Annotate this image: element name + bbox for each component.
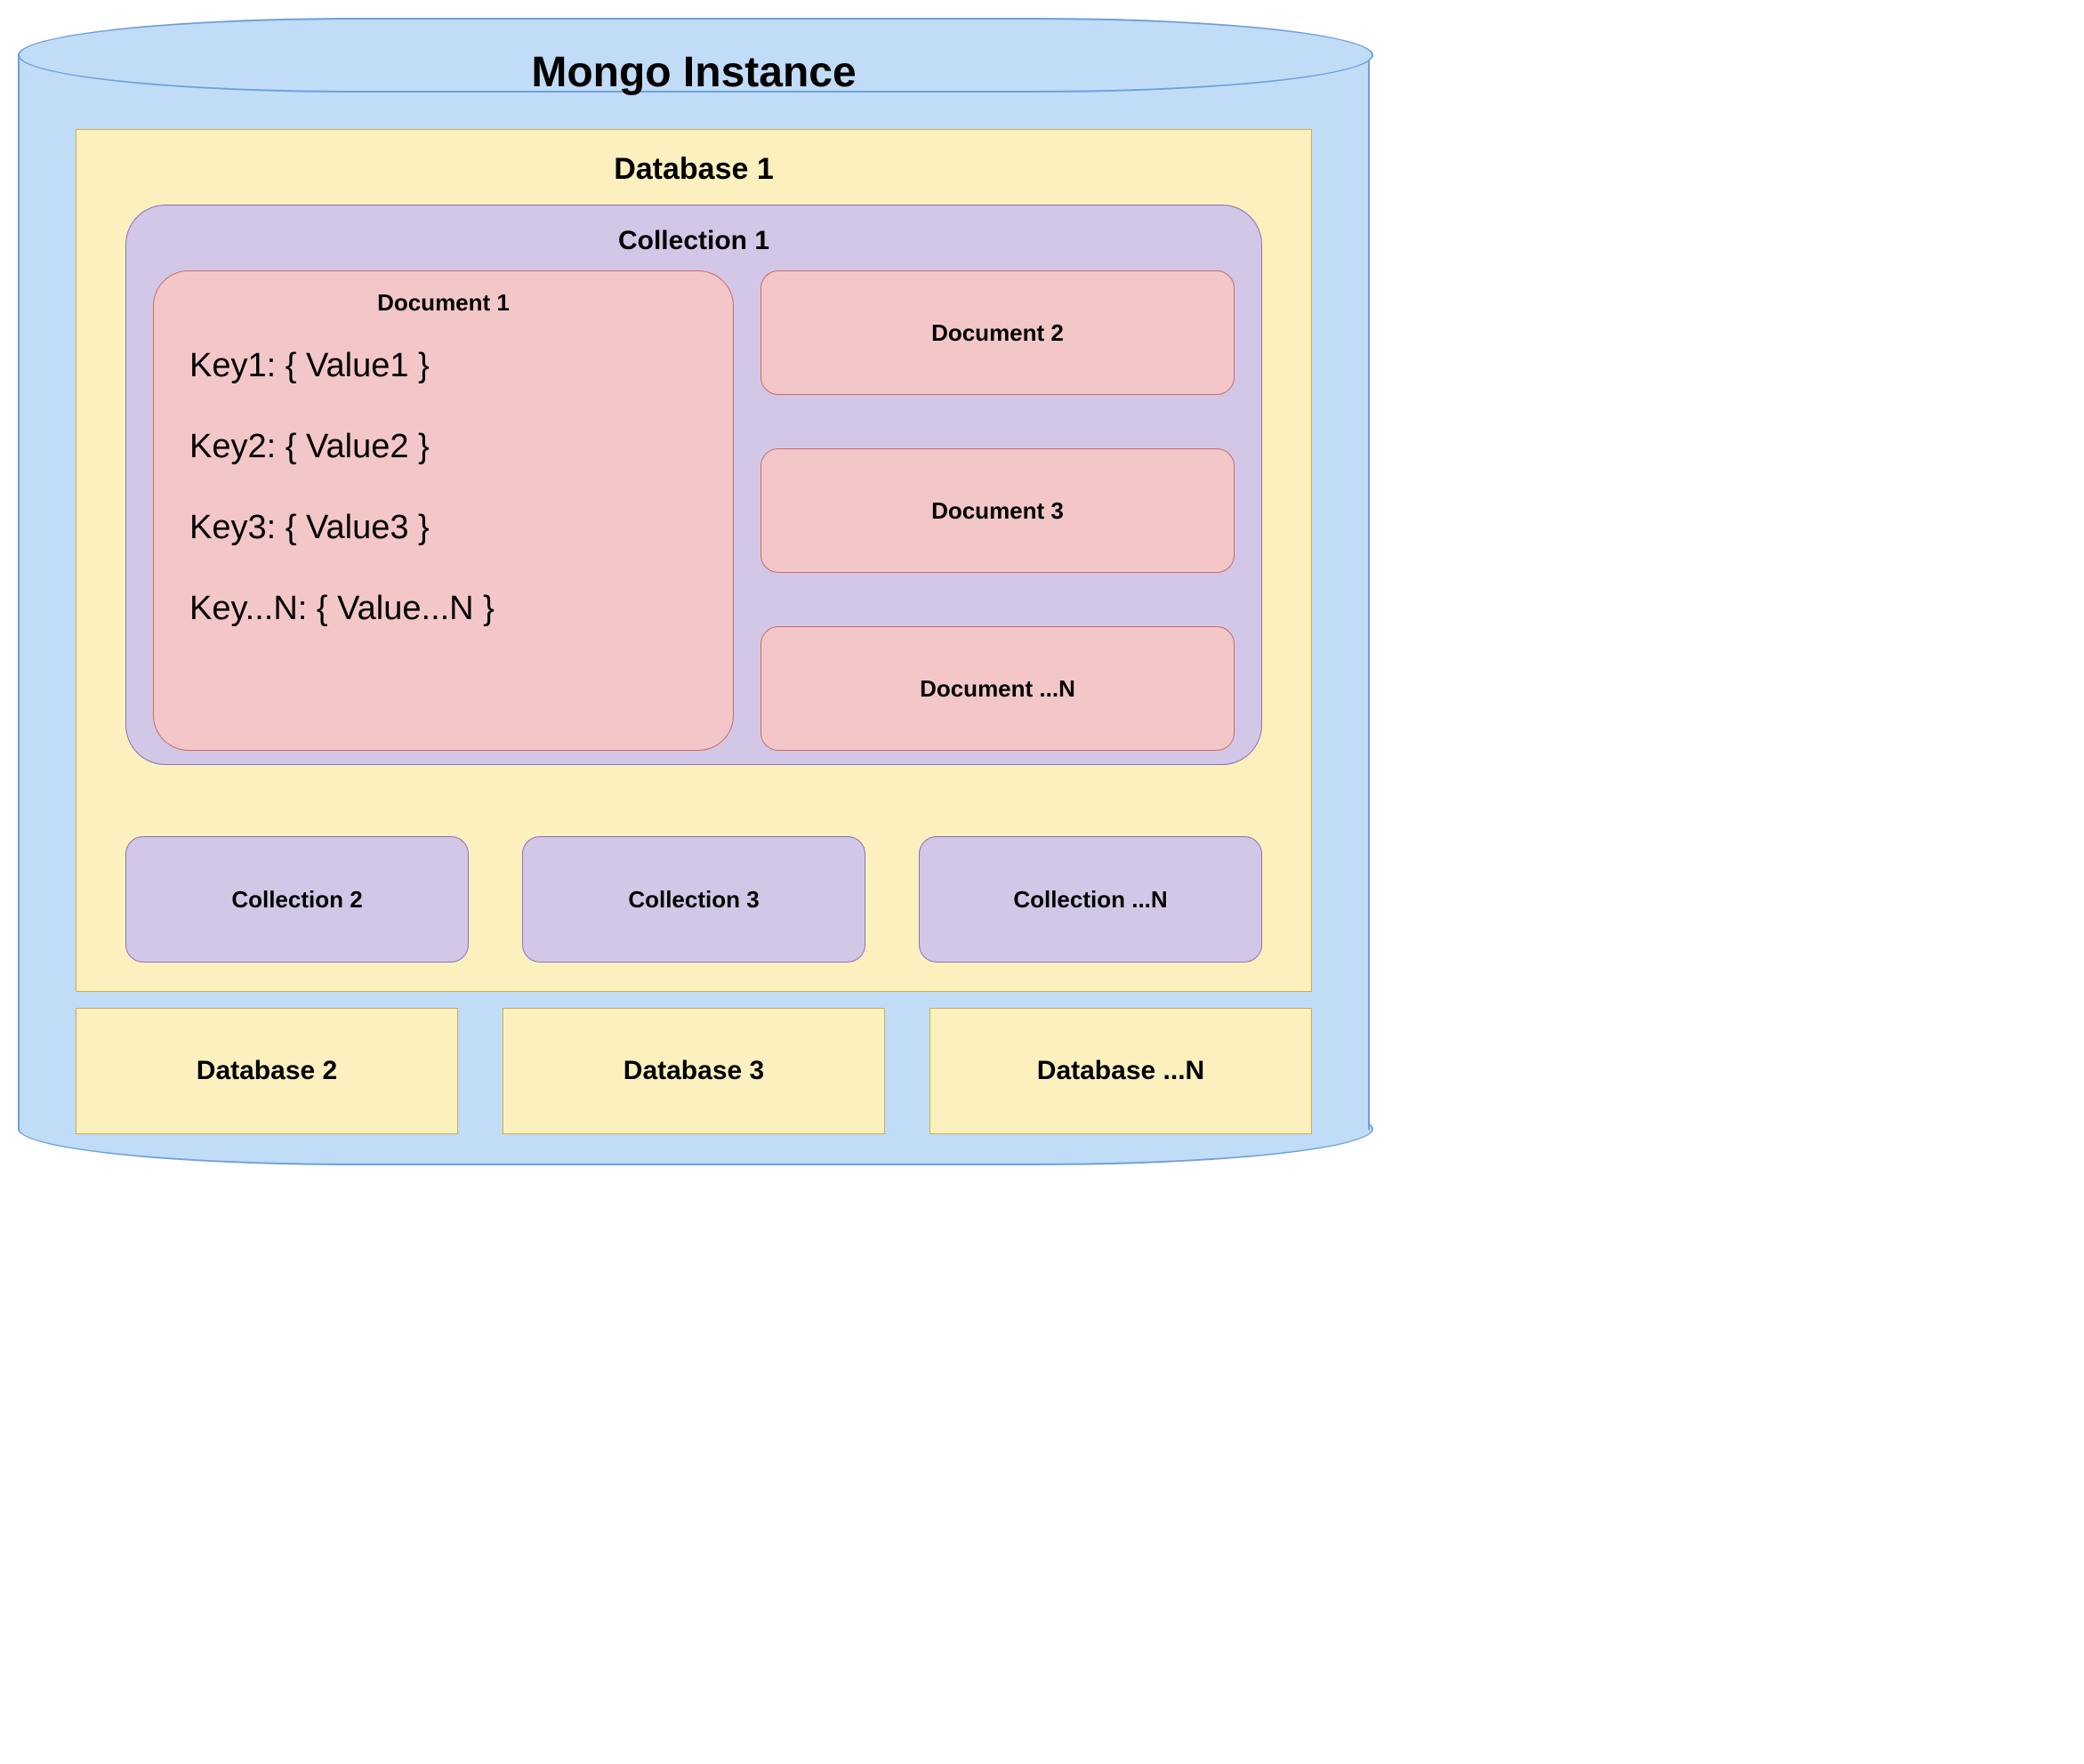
document-1: Document 1 Key1: { Value1 } Key2: { Valu… bbox=[153, 270, 734, 751]
collection-n: Collection ...N bbox=[919, 836, 1262, 963]
database-3: Database 3 bbox=[503, 1008, 885, 1134]
database-1: Database 1 Collection 1 Document 1 Key1:… bbox=[76, 129, 1312, 992]
kv-pair: Key2: { Value2 } bbox=[189, 428, 710, 466]
collection-3: Collection 3 bbox=[522, 836, 865, 963]
document-2: Document 2 bbox=[760, 270, 1235, 395]
kv-pair: Key3: { Value3 } bbox=[189, 509, 710, 547]
document-3: Document 3 bbox=[760, 448, 1235, 573]
document-n: Document ...N bbox=[760, 626, 1235, 751]
document-1-title: Document 1 bbox=[177, 289, 710, 317]
document-column: Document 2 Document 3 Document ...N bbox=[760, 270, 1235, 751]
mongo-instance-cylinder: Mongo Instance Database 1 Collection 1 D… bbox=[18, 18, 1370, 1165]
document-row: Document 1 Key1: { Value1 } Key2: { Valu… bbox=[153, 270, 1235, 751]
database-1-title: Database 1 bbox=[112, 152, 1275, 187]
collection-row: Collection 2 Collection 3 Collection ...… bbox=[125, 836, 1262, 963]
kv-pair: Key...N: { Value...N } bbox=[189, 590, 710, 628]
collection-1-title: Collection 1 bbox=[153, 226, 1235, 256]
database-n: Database ...N bbox=[929, 1008, 1312, 1134]
collection-2: Collection 2 bbox=[125, 836, 469, 963]
database-2: Database 2 bbox=[76, 1008, 458, 1134]
collection-1: Collection 1 Document 1 Key1: { Value1 }… bbox=[125, 205, 1262, 765]
database-row: Database 2 Database 3 Database ...N bbox=[76, 1008, 1312, 1134]
diagram-root: Mongo Instance Database 1 Collection 1 D… bbox=[0, 0, 1389, 1176]
kv-pair: Key1: { Value1 } bbox=[189, 347, 710, 385]
instance-title: Mongo Instance bbox=[18, 48, 1370, 97]
